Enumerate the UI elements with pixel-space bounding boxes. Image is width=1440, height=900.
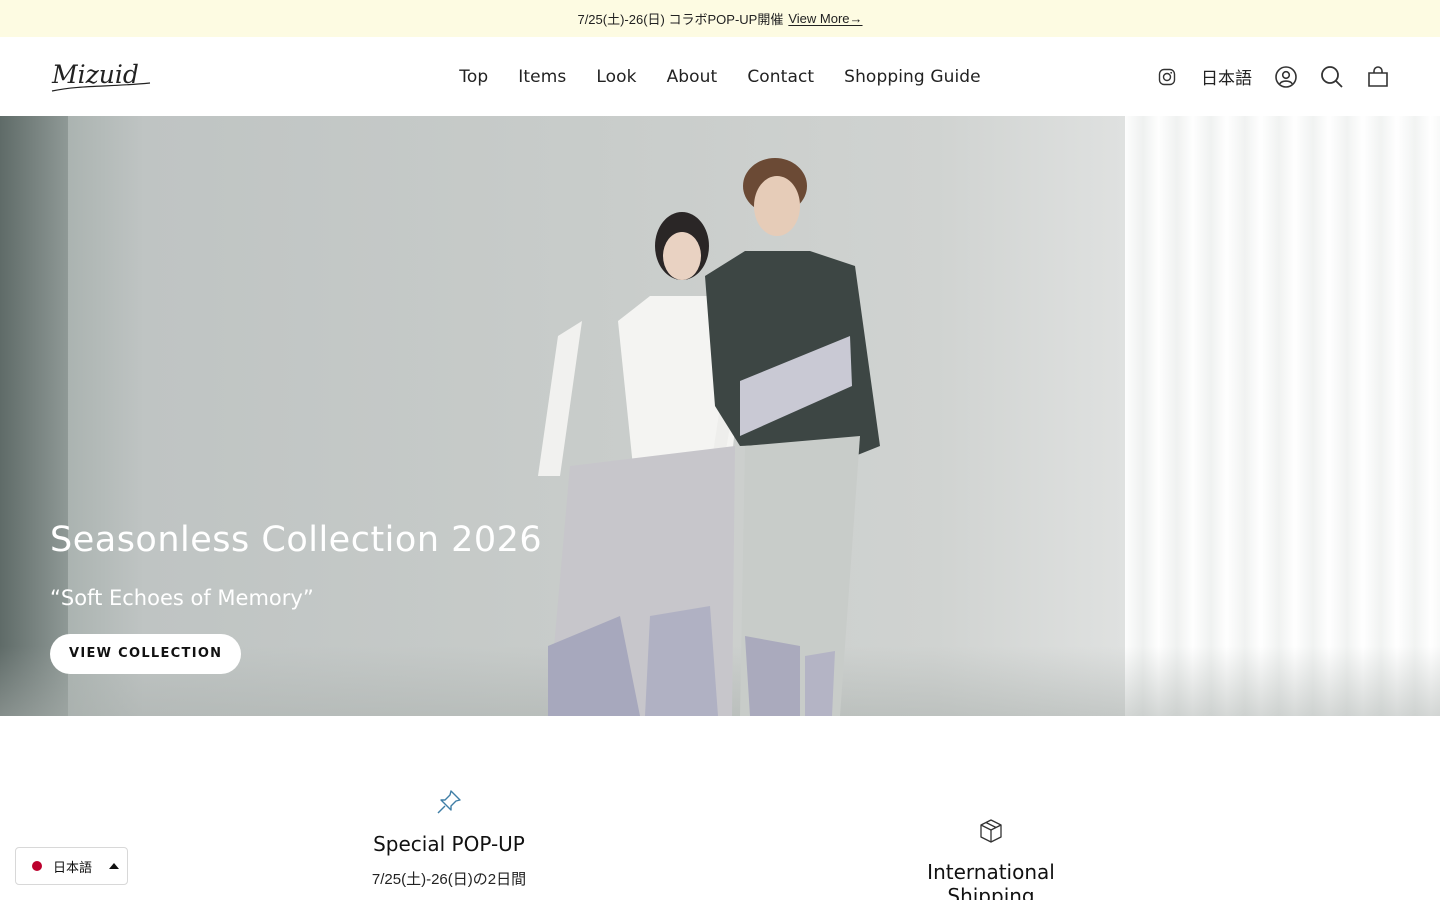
feature-title: Special POP-UP <box>373 832 525 856</box>
feature-section: Special POP-UP 7/25(土)-26(日)の2日間 Interna… <box>0 716 1440 900</box>
hero-content: Seasonless Collection 2026 “Soft Echoes … <box>50 520 542 674</box>
nav-item-about[interactable]: About <box>667 67 718 87</box>
account-icon[interactable] <box>1274 65 1298 89</box>
nav-item-items[interactable]: Items <box>518 67 566 87</box>
pin-icon <box>349 788 549 816</box>
announcement-bar: 7/25(土)-26(日) コラボPOP-UP開催 View More→ <box>0 0 1440 37</box>
logo-script-mark: Mizuid <box>51 60 151 92</box>
feature-title: International Shipping <box>927 860 1055 900</box>
hero-title: Seasonless Collection 2026 <box>50 520 543 560</box>
nav-item-contact[interactable]: Contact <box>747 67 814 87</box>
box-icon <box>881 818 1101 844</box>
hero-models-image <box>538 158 880 716</box>
announcement-text: 7/25(土)-26(日) コラボPOP-UP開催 <box>577 12 784 27</box>
hero-banner: Seasonless Collection 2026 “Soft Echoes … <box>0 116 1440 716</box>
language-switcher-label: 日本語 <box>53 859 93 875</box>
site-header: Mizuid Top Items Look About Contact Shop… <box>0 37 1440 116</box>
header-tools: 日本語 <box>1155 37 1390 116</box>
hero-curtain <box>1125 116 1440 716</box>
nav-item-look[interactable]: Look <box>596 67 636 87</box>
japan-flag-icon <box>32 861 42 871</box>
brand-logo[interactable]: Mizuid <box>50 57 154 97</box>
search-icon[interactable] <box>1320 65 1344 89</box>
language-switcher[interactable]: 日本語 <box>15 847 128 885</box>
hero-subtitle: “Soft Echoes of Memory” <box>50 586 314 610</box>
caret-up-icon <box>109 863 120 869</box>
language-selector[interactable]: 日本語 <box>1201 64 1252 89</box>
nav-item-top[interactable]: Top <box>459 67 488 87</box>
view-collection-button[interactable]: VIEW COLLECTION <box>50 634 242 674</box>
announcement-link[interactable]: View More→ <box>788 11 862 26</box>
feature-description: 7/25(土)-26(日)の2日間 <box>371 871 527 888</box>
cart-icon[interactable] <box>1366 65 1390 89</box>
nav-item-shopping-guide[interactable]: Shopping Guide <box>844 67 981 87</box>
feature-popup: Special POP-UP 7/25(土)-26(日)の2日間 <box>349 788 549 889</box>
instagram-icon[interactable] <box>1155 65 1179 89</box>
feature-shipping: International Shipping <box>881 818 1101 900</box>
